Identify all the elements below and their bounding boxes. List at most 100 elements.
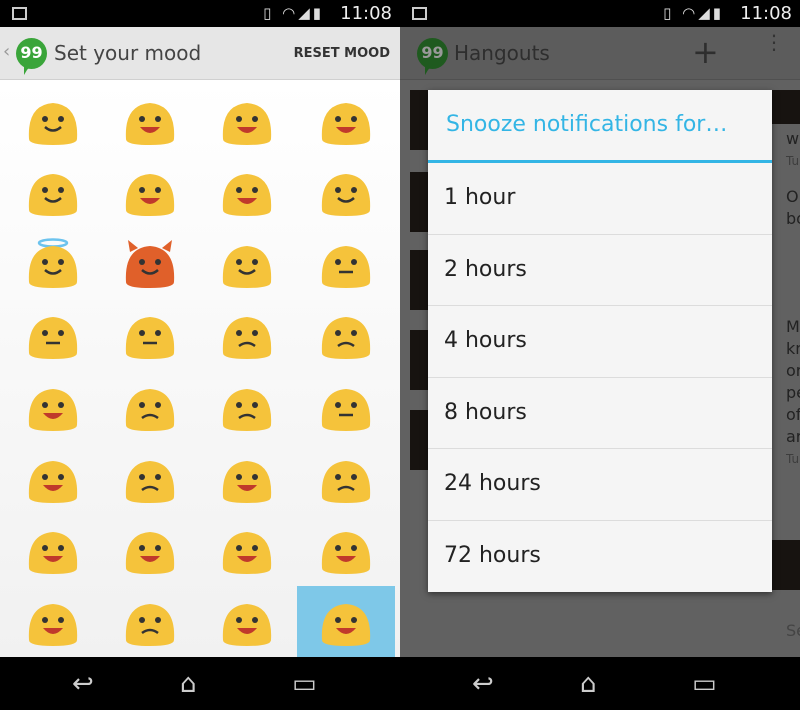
mood-pout[interactable] <box>101 371 199 442</box>
anguished-emoji-icon <box>28 532 78 575</box>
mood-surprised[interactable] <box>4 443 102 514</box>
overflow-menu-icon[interactable]: ⋮ <box>764 32 784 52</box>
mood-smile[interactable] <box>4 157 102 228</box>
home-icon[interactable]: ⌂ <box>180 669 197 699</box>
back-icon[interactable]: ↩ <box>72 669 94 699</box>
mood-persevere[interactable] <box>101 443 199 514</box>
laugh-tears-emoji-icon <box>321 102 371 145</box>
gallery-notification-icon <box>12 7 27 20</box>
snooze-option[interactable]: 4 hours <box>428 306 772 378</box>
mood-worried-sweat[interactable] <box>101 515 199 586</box>
page-title: Set your mood <box>54 41 202 65</box>
mood-astonished[interactable] <box>297 586 395 658</box>
recents-icon[interactable]: ▭ <box>292 669 317 699</box>
action-bar: ‹ 99 Set your mood RESET MOOD <box>0 27 400 80</box>
mood-sobbing[interactable] <box>297 515 395 586</box>
hands-on-cheeks-emoji-icon <box>222 603 272 646</box>
mood-confused[interactable] <box>198 300 296 371</box>
surprised-emoji-icon <box>28 460 78 503</box>
clock: 11:08 <box>340 3 392 24</box>
disappointed-emoji-icon <box>321 460 371 503</box>
mood-wink[interactable] <box>198 228 296 299</box>
mood-sad-tear[interactable] <box>198 371 296 442</box>
snooze-option[interactable]: 72 hours <box>428 521 772 593</box>
new-hangout-plus-icon[interactable]: + <box>692 33 719 71</box>
mood-frowning[interactable] <box>101 586 199 657</box>
back-icon[interactable]: ↩ <box>472 669 494 699</box>
sobbing-emoji-icon <box>321 532 371 575</box>
laugh-blush-emoji-icon <box>125 174 175 217</box>
mood-laugh-sweat[interactable] <box>198 157 296 228</box>
nav-bar: ↩ ⌂ ▭ <box>0 657 400 710</box>
status-bar: ▯ ◠◢▮ 11:08 <box>0 0 400 27</box>
mood-expressionless[interactable] <box>101 300 199 371</box>
zipper-mouth-emoji-icon <box>321 245 371 288</box>
neutral-emoji-icon <box>28 317 78 360</box>
dialog-title: Snooze notifications for… <box>428 90 772 163</box>
clock: 11:08 <box>740 3 792 24</box>
frowning-emoji-icon <box>125 603 175 646</box>
action-bar: 99 Hangouts + ⋮ <box>400 27 800 80</box>
wink-emoji-icon <box>222 245 272 288</box>
mood-fearful-scream[interactable] <box>198 515 296 586</box>
mood-crying-steam[interactable] <box>198 443 296 514</box>
devil-emoji-icon <box>125 239 175 288</box>
worried-sweat-emoji-icon <box>125 532 175 575</box>
app-title: Hangouts <box>454 41 550 65</box>
status-bar: ▯ ◠◢▮ 11:08 <box>400 0 800 27</box>
snooze-option[interactable]: 24 hours <box>428 449 772 521</box>
crying-emoji-icon <box>28 603 78 646</box>
hangouts-screen: ▯ ◠◢▮ 11:08 99 Hangouts + ⋮ wTu Orbo Mkn… <box>400 0 800 710</box>
mood-neutral[interactable] <box>4 300 102 371</box>
halo-emoji-icon <box>28 237 78 288</box>
angry-emoji-icon <box>321 317 371 360</box>
crying-steam-emoji-icon <box>222 460 272 503</box>
snooze-dialog: Snooze notifications for… 1 hour 2 hours… <box>428 90 772 592</box>
sleepy-emoji-icon <box>321 388 371 431</box>
mood-sleepy[interactable] <box>297 371 395 442</box>
fearful-scream-emoji-icon <box>222 532 272 575</box>
mood-laugh-blush[interactable] <box>101 157 199 228</box>
pout-emoji-icon <box>125 388 175 431</box>
recents-icon[interactable]: ▭ <box>692 669 717 699</box>
signal-battery-icons: ▯ ◠◢▮ <box>663 4 724 22</box>
home-icon[interactable]: ⌂ <box>580 669 597 699</box>
persevere-emoji-icon <box>125 460 175 503</box>
mood-halo[interactable] <box>4 228 102 299</box>
mood-grid <box>0 80 400 658</box>
mood-disappointed[interactable] <box>297 443 395 514</box>
mood-zipper-mouth[interactable] <box>297 228 395 299</box>
back-chevron-icon[interactable]: ‹ <box>3 41 10 62</box>
grimace-emoji-icon <box>28 388 78 431</box>
hangouts-logo-icon[interactable]: 99 <box>16 38 47 75</box>
mood-hands-on-cheeks[interactable] <box>198 586 296 657</box>
snooze-option[interactable]: 2 hours <box>428 235 772 307</box>
mood-grin-closed-eyes[interactable] <box>198 85 296 156</box>
mood-grin[interactable] <box>101 85 199 156</box>
mood-grimace[interactable] <box>4 371 102 442</box>
mood-devil[interactable] <box>101 228 199 299</box>
sad-tear-emoji-icon <box>222 388 272 431</box>
grin-closed-eyes-emoji-icon <box>222 102 272 145</box>
mood-angry[interactable] <box>297 300 395 371</box>
confused-emoji-icon <box>222 317 272 360</box>
laugh-sweat-emoji-icon <box>222 174 272 217</box>
expressionless-emoji-icon <box>125 317 175 360</box>
set-mood-screen: ▯ ◠◢▮ 11:08 ‹ 99 Set your mood RESET MOO… <box>0 0 400 710</box>
reset-mood-button[interactable]: RESET MOOD <box>294 46 390 61</box>
smile-emoji-icon <box>28 174 78 217</box>
mood-laugh-tears[interactable] <box>297 85 395 156</box>
astonished-emoji-icon <box>321 603 371 646</box>
hangouts-logo-icon[interactable]: 99 <box>417 38 448 75</box>
grin-emoji-icon <box>125 102 175 145</box>
mood-wink-tongue[interactable] <box>297 157 395 228</box>
mood-anguished[interactable] <box>4 515 102 586</box>
signal-battery-icons: ▯ ◠◢▮ <box>263 4 324 22</box>
smiling-blush-emoji-icon <box>28 102 78 145</box>
nav-bar: ↩ ⌂ ▭ <box>400 657 800 710</box>
snooze-option[interactable]: 1 hour <box>428 163 772 235</box>
mood-crying[interactable] <box>4 586 102 657</box>
gallery-notification-icon <box>412 7 427 20</box>
snooze-option[interactable]: 8 hours <box>428 378 772 450</box>
mood-smiling-blush[interactable] <box>4 85 102 156</box>
